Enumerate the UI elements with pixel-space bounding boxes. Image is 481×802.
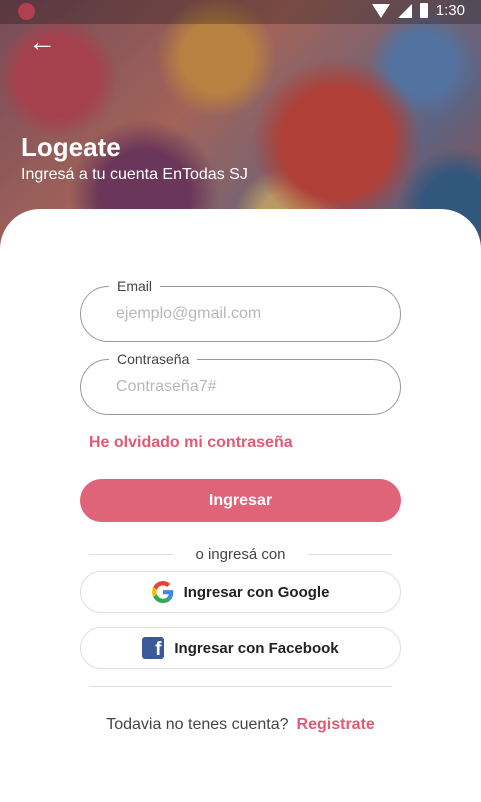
email-field[interactable]: Email ejemplo@gmail.com xyxy=(80,278,401,342)
back-button[interactable]: ← xyxy=(28,28,56,56)
footer-divider xyxy=(89,686,392,687)
divider-line xyxy=(307,553,392,555)
notification-icon xyxy=(18,3,35,20)
status-bar: 1:30 xyxy=(0,0,481,24)
facebook-button-label: Ingresar con Facebook xyxy=(174,639,339,657)
google-login-button[interactable]: Ingresar con Google xyxy=(80,571,401,613)
register-link[interactable]: Registrate xyxy=(297,716,375,733)
battery-icon xyxy=(419,3,428,18)
divider-text: o ingresá con xyxy=(195,545,286,563)
facebook-login-button[interactable]: f Ingresar con Facebook xyxy=(80,627,401,669)
google-button-label: Ingresar con Google xyxy=(183,583,330,601)
email-input[interactable]: ejemplo@gmail.com xyxy=(116,305,261,323)
password-label: Contraseña xyxy=(109,351,198,367)
facebook-icon: f xyxy=(142,637,165,660)
status-time: 1:30 xyxy=(435,2,465,19)
page-title: Logeate xyxy=(21,132,121,162)
page-subtitle: Ingresá a tu cuenta EnTodas SJ xyxy=(21,166,248,183)
social-divider: o ingresá con xyxy=(89,544,392,564)
login-button[interactable]: Ingresar xyxy=(80,479,401,522)
divider-line xyxy=(89,553,174,555)
signal-icon xyxy=(397,3,412,18)
register-prompt-text: Todavia no tenes cuenta? xyxy=(106,716,289,733)
forgot-password-link[interactable]: He olvidado mi contraseña xyxy=(89,434,293,452)
password-input[interactable]: Contraseña7# xyxy=(116,378,217,396)
wifi-icon xyxy=(371,3,390,18)
register-prompt: Todavia no tenes cuenta? Registrate xyxy=(0,716,481,734)
google-icon xyxy=(151,581,173,603)
arrow-left-icon: ← xyxy=(28,26,56,57)
password-field[interactable]: Contraseña Contraseña7# xyxy=(80,351,401,415)
email-label: Email xyxy=(109,278,161,294)
